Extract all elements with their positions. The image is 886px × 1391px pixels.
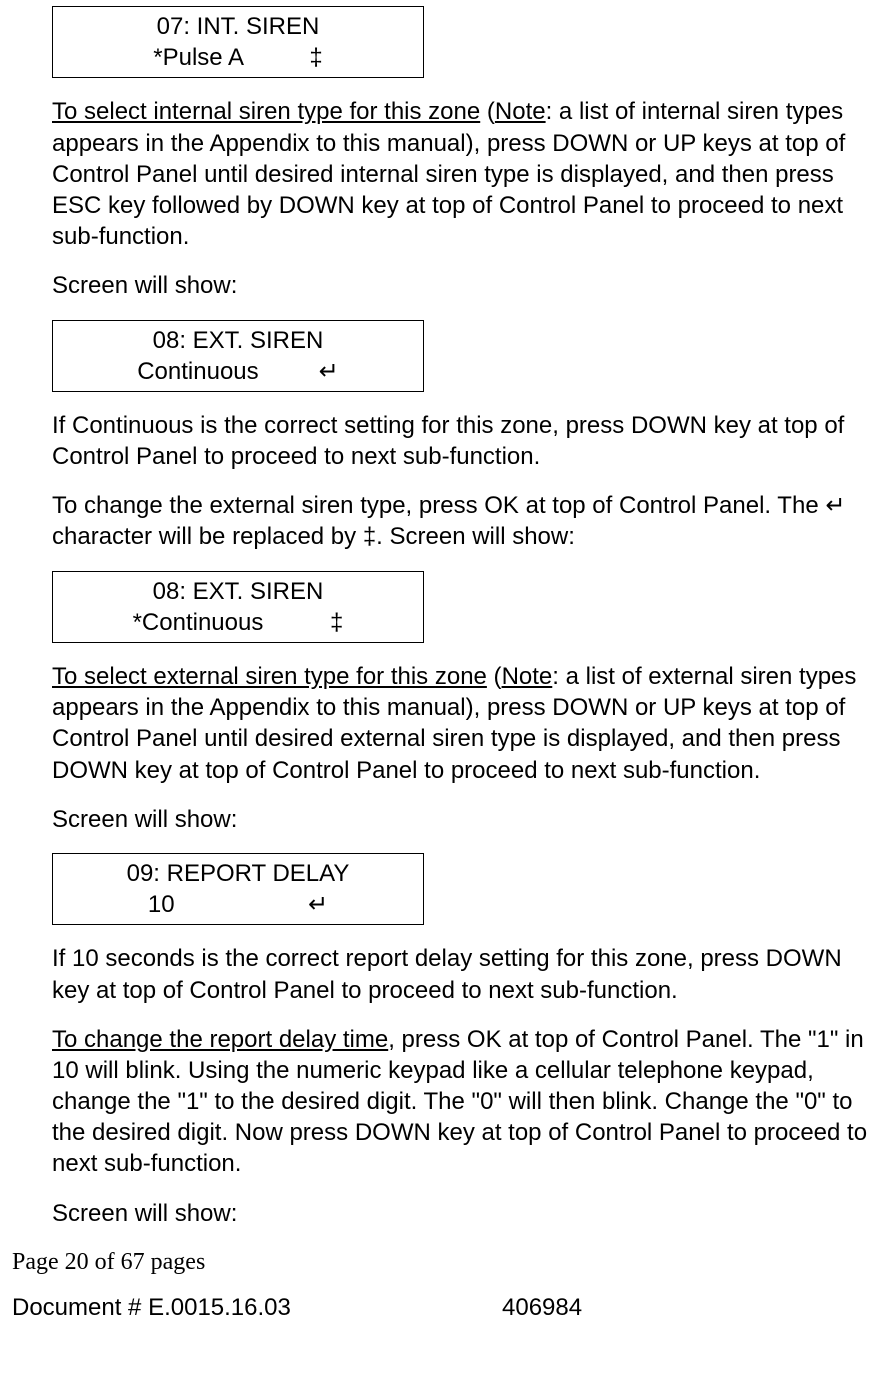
lcd-screen-08-ext-siren-edit: 08: EXT. SIREN *Continuous ‡ <box>52 571 424 643</box>
screen-line-1: 07: INT. SIREN <box>53 11 423 42</box>
document-number: Document # E.0015.16.03 <box>12 1292 502 1323</box>
lcd-screen-09-report-delay: 09: REPORT DELAY 10 ↵ <box>52 853 424 925</box>
note-label: Note <box>502 663 553 690</box>
paragraph-screen-will-show: Screen will show: <box>52 1198 874 1229</box>
page-number: Page 20 of 67 pages <box>12 1247 874 1278</box>
paragraph-screen-will-show: Screen will show: <box>52 804 874 835</box>
screen-line-1: 08: EXT. SIREN <box>53 325 423 356</box>
screen-line-1: 09: REPORT DELAY <box>53 858 423 889</box>
lcd-screen-07-int-siren: 07: INT. SIREN *Pulse A ‡ <box>52 6 424 78</box>
underlined-heading: To change the report delay time <box>52 1026 388 1053</box>
page-footer: Page 20 of 67 pages Document # E.0015.16… <box>12 1247 874 1323</box>
underlined-heading: To select internal siren type for this z… <box>52 98 480 125</box>
paragraph-select-external-siren: To select external siren type for this z… <box>52 661 874 786</box>
screen-line-2: *Pulse A ‡ <box>53 42 423 73</box>
footer-code: 406984 <box>502 1292 582 1323</box>
paragraph-change-report-delay: To change the report delay time, press O… <box>52 1024 874 1180</box>
lcd-screen-08-ext-siren: 08: EXT. SIREN Continuous ↵ <box>52 320 424 392</box>
screen-line-1: 08: EXT. SIREN <box>53 576 423 607</box>
underlined-heading: To select external siren type for this z… <box>52 663 487 690</box>
screen-line-2: 10 ↵ <box>53 889 423 920</box>
paragraph-if-continuous: If Continuous is the correct setting for… <box>52 410 874 472</box>
screen-line-2: *Continuous ‡ <box>53 607 423 638</box>
paragraph-if-10-seconds: If 10 seconds is the correct report dela… <box>52 943 874 1005</box>
note-label: Note <box>495 98 546 125</box>
paragraph-change-external-siren: To change the external siren type, press… <box>52 490 874 552</box>
screen-line-2: Continuous ↵ <box>53 356 423 387</box>
paragraph-screen-will-show: Screen will show: <box>52 270 874 301</box>
paragraph-select-internal-siren: To select internal siren type for this z… <box>52 96 874 252</box>
